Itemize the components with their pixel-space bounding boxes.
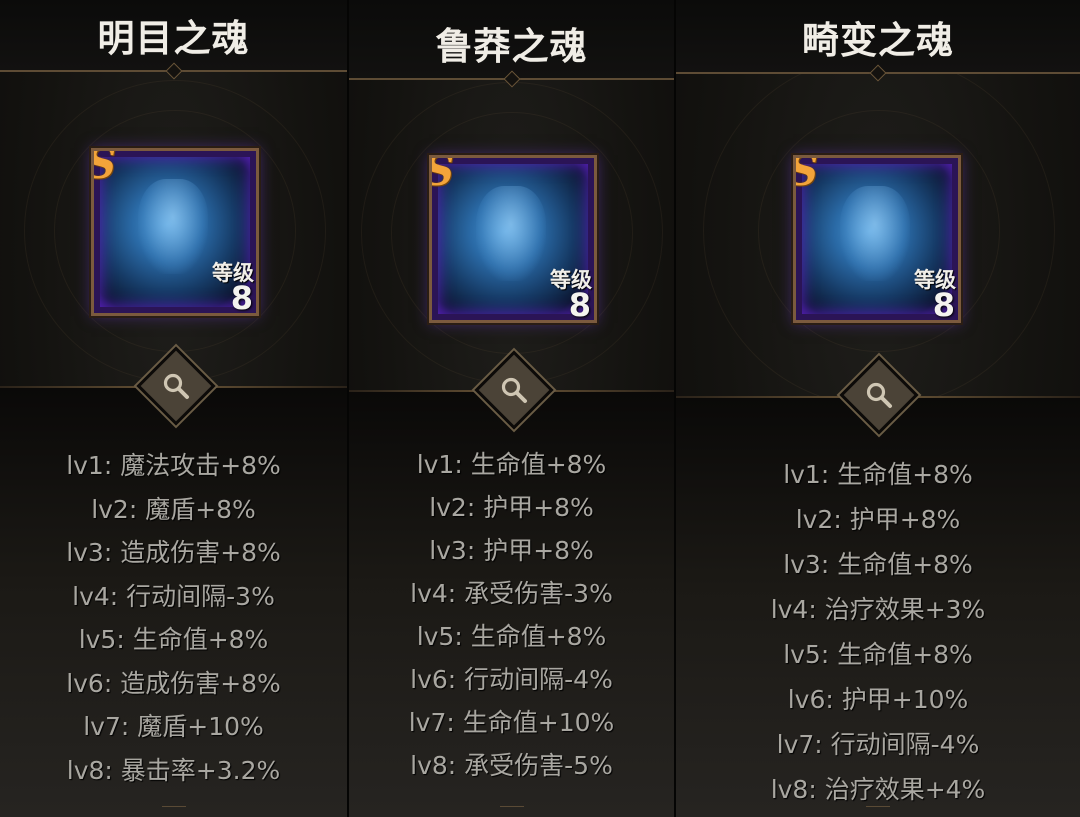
bottom-ornament — [161, 806, 186, 815]
soul-title: 畸变之魂 — [802, 19, 954, 62]
soul-title: 鲁莽之魂 — [435, 25, 588, 68]
stat-line: lv2: 护甲+8% — [795, 505, 961, 534]
stat-line: lv2: 护甲+8% — [429, 493, 594, 522]
magnifier-icon — [163, 373, 189, 399]
level-value: 8 — [568, 286, 591, 323]
stat-list: lv1: 生命值+8% lv2: 护甲+8% lv3: 护甲+8% lv4: 承… — [349, 443, 674, 787]
stat-line: lv7: 生命值+10% — [408, 708, 615, 737]
level-value: 8 — [230, 279, 253, 316]
soul-card[interactable]: S 等级 8 — [91, 148, 259, 316]
grade-badge: S — [796, 158, 818, 195]
soul-comparison-screen: 明目之魂 S 等级 8 lv1: 魔法攻击+8% lv2: 魔盾+8% lv3:… — [0, 0, 1080, 817]
stat-line: lv5: 生命值+8% — [78, 625, 269, 654]
stat-line: lv7: 魔盾+10% — [83, 712, 264, 741]
stat-line: lv8: 承受伤害-5% — [410, 751, 613, 780]
panel-header: 鲁莽之魂 — [349, 0, 674, 80]
panel-header: 畸变之魂 — [676, 0, 1080, 74]
level-value: 8 — [932, 286, 955, 323]
stat-line: lv4: 行动间隔-3% — [72, 581, 275, 611]
stat-line: lv6: 护甲+10% — [787, 685, 969, 714]
soul-title: 明目之魂 — [97, 17, 250, 60]
stat-line: lv5: 生命值+8% — [783, 640, 973, 669]
panel-header: 明目之魂 — [0, 0, 347, 72]
stat-line: lv1: 生命值+8% — [783, 460, 973, 489]
stat-line: lv4: 治疗效果+3% — [770, 595, 986, 624]
soul-panel-3: 畸变之魂 S 等级 8 lv1: 生命值+8% lv2: 护甲+8% lv3: … — [676, 0, 1080, 817]
soul-panel-1: 明目之魂 S 等级 8 lv1: 魔法攻击+8% lv2: 魔盾+8% lv3:… — [0, 0, 349, 817]
soul-card[interactable]: S 等级 8 — [793, 155, 961, 323]
soul-card[interactable]: S 等级 8 — [429, 155, 597, 323]
grade-badge: S — [94, 151, 116, 188]
magnifier-icon — [501, 377, 527, 403]
stat-line: lv7: 行动间隔-4% — [776, 730, 980, 759]
soul-panel-2: 鲁莽之魂 S 等级 8 lv1: 生命值+8% lv2: 护甲+8% lv3: … — [349, 0, 676, 817]
stat-list: lv1: 生命值+8% lv2: 护甲+8% lv3: 生命值+8% lv4: … — [676, 452, 1080, 812]
stat-line: lv1: 生命值+8% — [416, 450, 607, 479]
stat-line: lv3: 生命值+8% — [783, 550, 973, 579]
bottom-ornament — [866, 806, 890, 815]
stat-line: lv6: 造成伤害+8% — [66, 668, 281, 698]
stat-line: lv3: 护甲+8% — [429, 536, 594, 565]
stat-list: lv1: 魔法攻击+8% lv2: 魔盾+8% lv3: 造成伤害+8% lv4… — [0, 444, 347, 792]
bottom-ornament — [499, 806, 524, 815]
stat-line: lv4: 承受伤害-3% — [410, 579, 613, 608]
stat-line: lv8: 暴击率+3.2% — [66, 755, 281, 785]
stat-line: lv6: 行动间隔-4% — [410, 665, 613, 694]
stat-line: lv5: 生命值+8% — [416, 622, 607, 651]
stat-line: lv1: 魔法攻击+8% — [66, 451, 281, 480]
grade-badge: S — [432, 158, 454, 195]
stat-line: lv3: 造成伤害+8% — [66, 538, 281, 567]
stat-line: lv2: 魔盾+8% — [91, 494, 256, 524]
magnifier-icon — [866, 382, 892, 408]
